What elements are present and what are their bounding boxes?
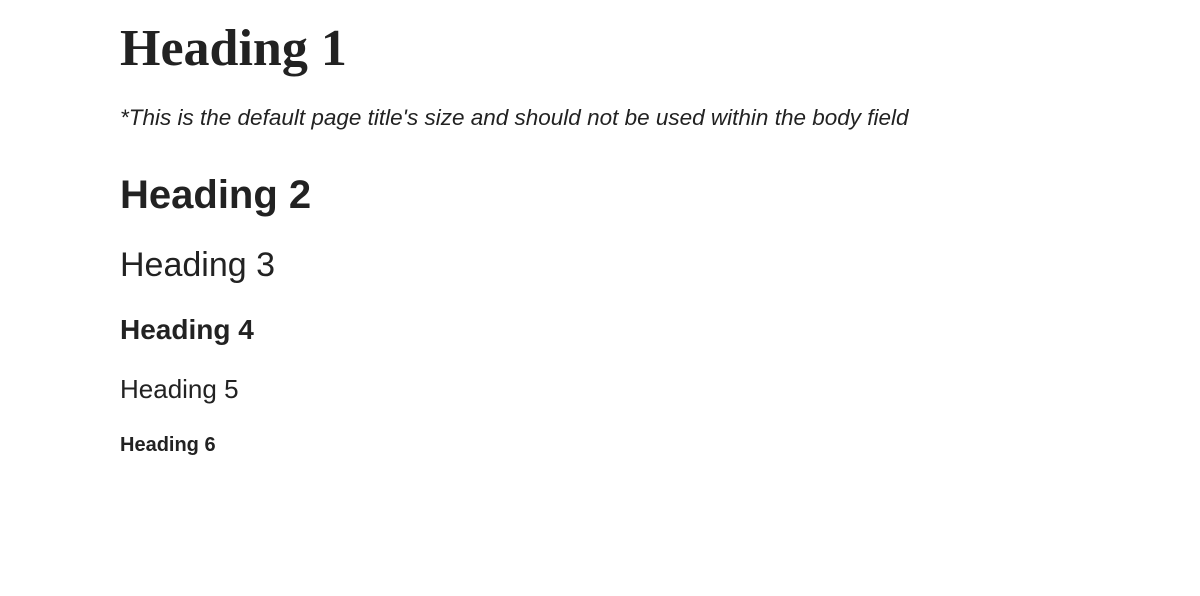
heading-1: Heading 1 — [120, 20, 1200, 77]
heading-4: Heading 4 — [120, 315, 1200, 346]
heading-6: Heading 6 — [120, 434, 1200, 456]
heading-5: Heading 5 — [120, 375, 1200, 404]
heading-3: Heading 3 — [120, 247, 1200, 284]
heading-2: Heading 2 — [120, 173, 1200, 217]
heading-1-note: *This is the default page title's size a… — [120, 105, 1200, 131]
